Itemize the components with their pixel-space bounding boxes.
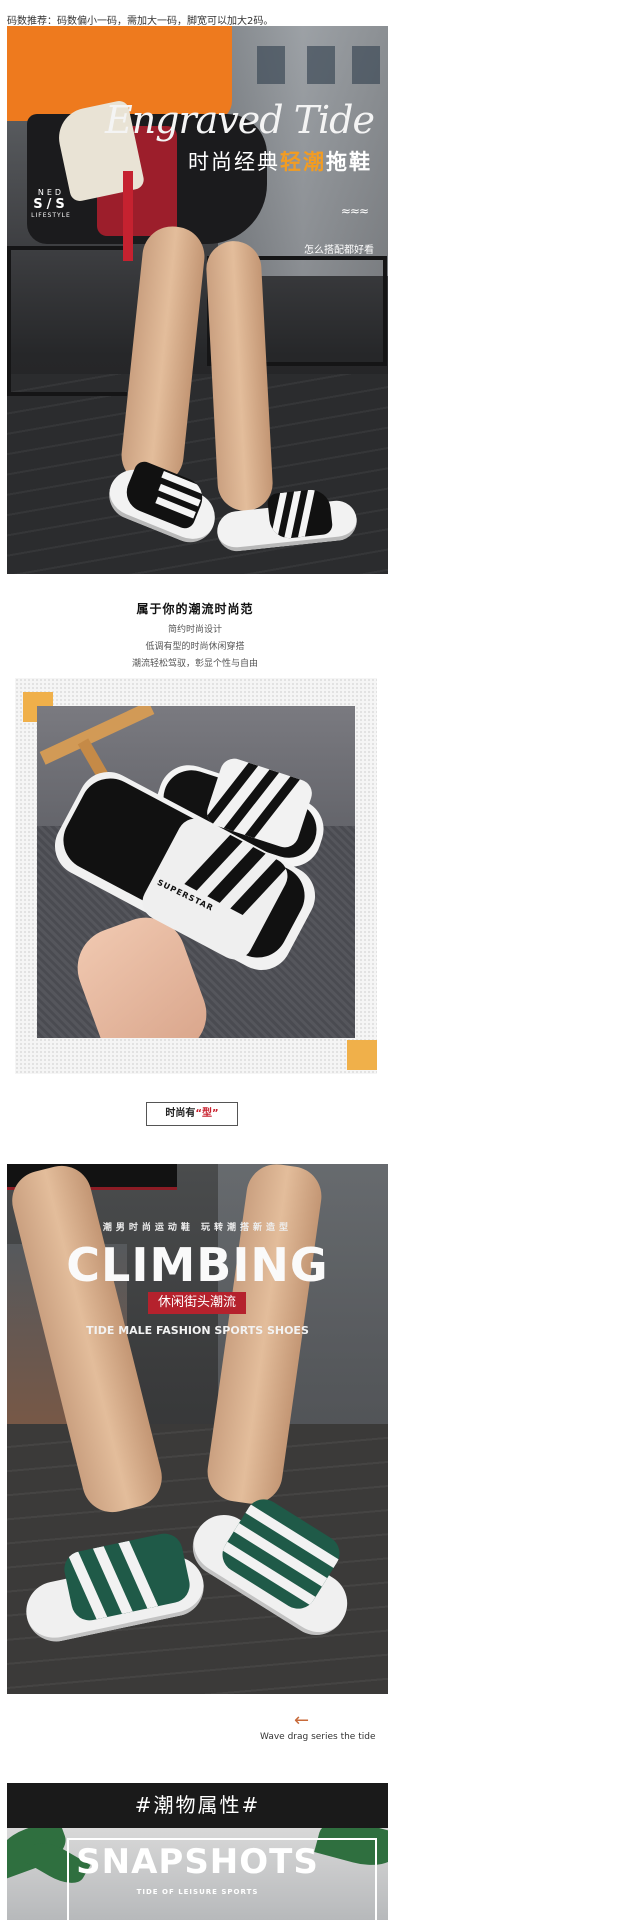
wooden-deck-floor [7, 374, 388, 574]
snapshots-title: SNAPSHOTS [76, 1842, 319, 1882]
snapshots-subtitle: TIDE OF LEISURE SPORTS [136, 1888, 259, 1896]
wave-caption: Wave drag series the tide [260, 1732, 376, 1742]
section-line: 低调有型的时尚休闲穿搭 [145, 642, 245, 652]
hero-badge: 休闲街头潮流 [148, 1292, 246, 1314]
style-tag-prefix: 时尚有 [165, 1108, 196, 1119]
hero-subtitle: 时尚经典轻潮拖鞋 [188, 146, 372, 176]
size-recommendation-note: 码数推荐：码数偏小一码，需加大一码，脚宽可以加大2码。 [7, 16, 274, 27]
brand-mid: S/S [33, 197, 69, 212]
brand-mark: NED S/S LIFESTYLE [23, 188, 79, 219]
snapshots-header: #潮物属性# [7, 1783, 388, 1828]
chair-frame [7, 246, 127, 396]
hero-banner-climbing: 潮男时尚运动鞋 玩转潮搭新造型 CLIMBING 休闲街头潮流 TIDE MAL… [7, 1164, 388, 1694]
strap-stripe [244, 776, 301, 839]
hero-tagline: 潮男时尚运动鞋 玩转潮搭新造型 [102, 1223, 293, 1233]
style-tag-quote: “型” [195, 1108, 219, 1119]
corner-accent [347, 1040, 377, 1070]
building-window [257, 46, 285, 84]
brand-top: NED [37, 188, 65, 197]
hero-subtitle-part: 拖鞋 [326, 150, 372, 174]
snapshots-banner: SNAPSHOTS TIDE OF LEISURE SPORTS [7, 1828, 388, 1920]
brand-bottom: LIFESTYLE [31, 212, 71, 219]
left-arrow-icon: ← [294, 1710, 310, 1731]
hero-tagline: 怎么搭配都好看 [304, 245, 374, 256]
hero-title: CLIMBING [66, 1238, 329, 1292]
wave-decoration-icon: ≈≈≈ [340, 204, 369, 218]
section-line: 简约时尚设计 [167, 625, 222, 635]
strap-stripe [297, 489, 315, 538]
slipper-right-strap [266, 487, 334, 541]
product-photo: SUPERSTAR [37, 706, 355, 1038]
product-photo-frame: SUPERSTAR [15, 678, 377, 1074]
style-tag: 时尚有“型” [146, 1102, 238, 1126]
hero-banner-engraved-tide: Engraved Tide 时尚经典轻潮拖鞋 NED S/S LIFESTYLE… [7, 26, 388, 574]
section-title: 属于你的潮流时尚范 [136, 602, 254, 616]
hero-title: Engraved Tide [104, 98, 375, 142]
building-window [352, 46, 380, 84]
building-window [307, 46, 335, 84]
hero-subtitle: TIDE MALE FASHION SPORTS SHOES [86, 1324, 309, 1337]
hero-subtitle-highlight: 轻潮 [280, 150, 326, 174]
section-line: 潮流轻松驾驭，彰显个性与自由 [131, 659, 258, 669]
shorts-strap [123, 171, 133, 261]
hero-subtitle-part: 时尚经典 [188, 150, 280, 174]
